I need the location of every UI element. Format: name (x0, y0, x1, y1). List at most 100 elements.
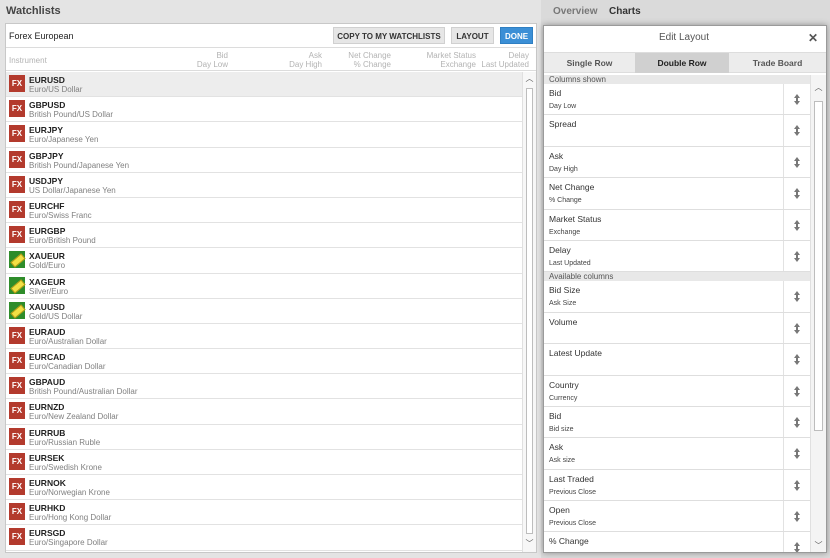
instrument-description: Euro/Singapore Dollar (29, 538, 108, 548)
table-row[interactable]: FX EURAUD Euro/Australian Dollar (6, 324, 522, 350)
instrument-symbol: EURCAD (29, 352, 66, 363)
column-item[interactable]: Ask Ask size (544, 438, 810, 470)
layout-mode-tabs: Single Row Double Row Trade Board (544, 52, 826, 73)
column-item[interactable]: Bid Bid size (544, 406, 810, 439)
table-row[interactable]: FX EURSEK Euro/Swedish Krone (6, 450, 522, 475)
drag-handle-icon[interactable] (783, 84, 810, 115)
column-item[interactable]: Bid Size Ask Size (544, 281, 810, 313)
column-item[interactable]: % Change (544, 532, 810, 552)
scroll-up-icon[interactable]: ︿ (814, 83, 823, 93)
table-row[interactable]: FX EURSGD Euro/Singapore Dollar (6, 525, 522, 551)
column-item-sublabel: Currency (549, 394, 578, 402)
column-item[interactable]: Spread (544, 115, 810, 147)
drag-handle-icon[interactable] (783, 312, 810, 344)
watchlist-scrollbar[interactable]: ︿ ﹀ (522, 72, 536, 552)
instrument-description: Euro/Japanese Yen (29, 135, 99, 145)
column-item-sublabel: Ask size (549, 457, 576, 465)
drag-handle-icon[interactable] (783, 115, 810, 146)
table-row[interactable]: XAUUSD Gold/US Dollar (6, 299, 522, 324)
instrument-description: Euro/Swedish Krone (29, 462, 102, 472)
table-row[interactable]: XAGEUR Silver/Euro (6, 274, 522, 299)
copy-to-my-watchlists-button[interactable]: COPY TO MY WATCHLISTS (333, 27, 445, 44)
table-row[interactable]: FX GBPJPY British Pound/Japanese Yen (6, 148, 522, 173)
column-item[interactable]: Last Traded Previous Close (544, 469, 810, 502)
drag-handle-icon[interactable] (783, 146, 810, 178)
dialog-scrollbar[interactable]: ︿ ﹀ (810, 75, 826, 552)
scrollbar-thumb[interactable] (526, 88, 533, 534)
column-header-sublabel: Day High (289, 60, 322, 69)
fx-badge-icon: FX (9, 226, 25, 244)
instrument-description: Euro/Hong Kong Dollar (29, 513, 112, 523)
table-row[interactable]: FX EURJPY Euro/Japanese Yen (6, 122, 522, 148)
instrument-symbol: EURNOK (29, 478, 66, 488)
scroll-down-icon[interactable]: ﹀ (814, 541, 823, 551)
column-item[interactable]: Net Change % Change (544, 178, 810, 210)
column-item-label: Volume (549, 316, 578, 327)
fx-badge-icon: FX (9, 352, 25, 370)
tab-trade-board[interactable]: Trade Board (729, 53, 826, 73)
table-row[interactable]: FX EURHKD Euro/Hong Kong Dollar (6, 500, 522, 526)
column-item-sublabel: % Change (549, 197, 582, 205)
tab-double-row[interactable]: Double Row (635, 53, 729, 73)
table-row[interactable]: FX EURNOK Euro/Norwegian Krone (6, 475, 522, 501)
column-item[interactable]: Country Currency (544, 375, 810, 407)
column-item-sublabel: Exchange (549, 228, 581, 236)
drag-handle-icon[interactable] (783, 375, 810, 406)
column-header-bid[interactable]: Bid Day Low (197, 51, 228, 69)
column-header-delay[interactable]: Delay Last Updated (481, 51, 529, 69)
column-item[interactable]: Volume (544, 312, 810, 345)
instrument-symbol: XAUEUR (29, 251, 65, 262)
table-row[interactable]: FX GBPUSD British Pound/US Dollar (6, 97, 522, 123)
column-header-instrument[interactable]: Instrument (9, 56, 47, 65)
table-row[interactable]: FX USDJPY US Dollar/Japanese Yen (6, 173, 522, 198)
column-item-label: Spread (549, 119, 577, 130)
done-button[interactable]: DONE (500, 27, 533, 44)
column-item[interactable]: Latest Update (544, 344, 810, 376)
fx-badge-icon: FX (9, 503, 25, 521)
drag-handle-icon[interactable] (783, 240, 810, 272)
table-row[interactable]: FX EURUSD Euro/US Dollar (6, 72, 522, 98)
drag-handle-icon[interactable] (783, 501, 810, 532)
table-row[interactable]: FX EURRUB Euro/Russian Ruble (6, 425, 522, 450)
table-row[interactable]: FX EURCAD Euro/Canadian Dollar (6, 349, 522, 375)
column-item[interactable]: Bid Day Low (544, 84, 810, 116)
fx-badge-icon: FX (9, 478, 25, 495)
drag-handle-icon[interactable] (783, 469, 810, 501)
column-item[interactable]: Market Status Exchange (544, 209, 810, 241)
column-header-market-status[interactable]: Market Status Exchange (427, 51, 476, 69)
columns-shown-header: Columns shown (544, 75, 810, 84)
drag-handle-icon[interactable] (783, 532, 810, 552)
tab-single-row[interactable]: Single Row (544, 53, 635, 73)
drag-handle-icon[interactable] (783, 178, 810, 209)
tab-overview[interactable]: Overview (553, 6, 597, 17)
column-item-label: Open (549, 505, 570, 516)
table-row[interactable]: FX EURCHF Euro/Swiss Franc (6, 198, 522, 224)
column-item[interactable]: Delay Last Updated (544, 240, 810, 273)
drag-handle-icon[interactable] (783, 209, 810, 240)
column-header-net-change[interactable]: Net Change % Change (348, 51, 391, 69)
drag-handle-icon[interactable] (783, 281, 810, 312)
scroll-down-icon[interactable]: ﹀ (525, 539, 534, 549)
scrollbar-thumb[interactable] (814, 101, 823, 431)
table-row[interactable]: FX EURGBP Euro/British Pound (6, 223, 522, 249)
fx-badge-icon: FX (9, 402, 25, 420)
drag-handle-icon[interactable] (783, 406, 810, 438)
column-item-label: Ask (549, 442, 564, 453)
column-item[interactable]: Open Previous Close (544, 501, 810, 533)
close-icon[interactable]: ✕ (808, 31, 818, 45)
column-item-label: Market Status (549, 213, 602, 224)
drag-handle-icon[interactable] (783, 438, 810, 469)
table-row[interactable]: XAUEUR Gold/Euro (6, 248, 522, 274)
layout-button[interactable]: LAYOUT (451, 27, 494, 44)
table-row[interactable]: FX EURNZD Euro/New Zealand Dollar (6, 399, 522, 425)
edit-layout-dialog: Edit Layout ✕ Single Row Double Row Trad… (543, 25, 827, 553)
column-item[interactable]: Ask Day High (544, 146, 810, 179)
table-row[interactable]: FX GBPAUD British Pound/Australian Dollar (6, 374, 522, 400)
instrument-symbol: EURUSD (29, 75, 65, 85)
column-header-label: Ask (308, 51, 322, 60)
drag-handle-icon[interactable] (783, 344, 810, 375)
scroll-up-icon[interactable]: ︿ (525, 74, 534, 84)
instrument-symbol: XAUUSD (29, 301, 65, 312)
column-header-ask[interactable]: Ask Day High (289, 51, 322, 69)
tab-charts[interactable]: Charts (609, 6, 641, 17)
